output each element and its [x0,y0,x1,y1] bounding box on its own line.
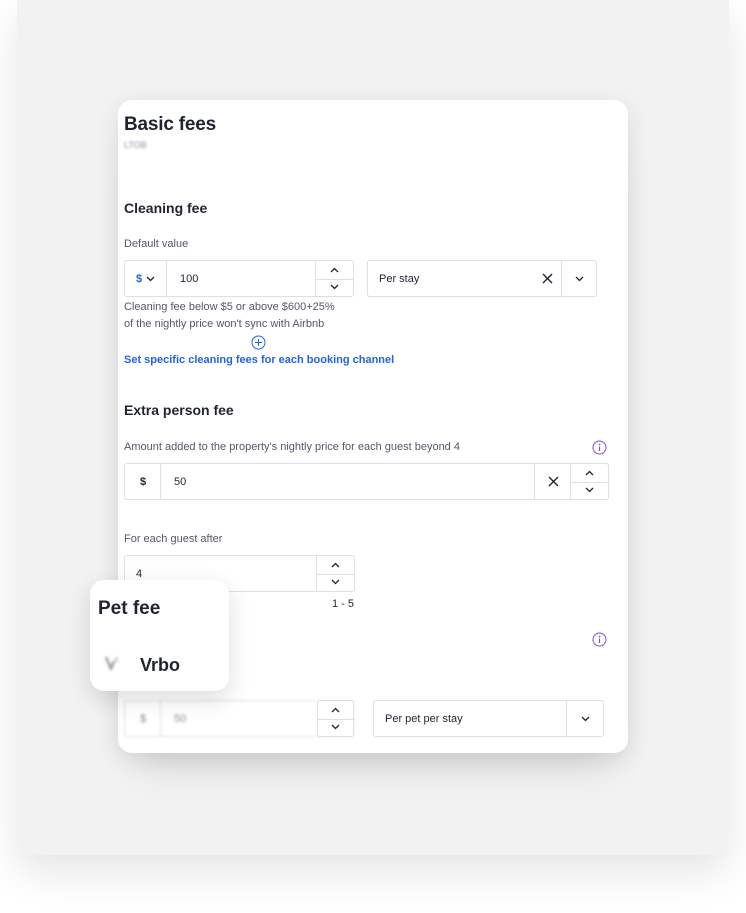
pet-fee-stepper-inner [318,701,353,736]
cleaning-sync-note-line1: Cleaning fee below $5 or above $600+25% [124,301,335,313]
pet-frequency-select[interactable]: Per pet per stay [373,700,604,737]
info-icon [592,632,607,647]
cleaning-fee-heading: Cleaning fee [124,200,208,216]
chevron-down-icon [585,487,594,493]
frequency-value: Per stay [379,273,420,285]
chevron-up-icon [331,562,340,568]
chevron-down-icon [581,716,589,721]
dropdown-toggle[interactable] [567,701,603,736]
cleaning-fee-input-group: $ 100 [124,260,354,297]
close-icon [548,476,558,487]
clear-button[interactable] [535,464,571,499]
guest-threshold-stepper [316,556,354,591]
extra-person-fee-stepper [570,464,608,499]
increment-button[interactable] [318,701,353,719]
decrement-button[interactable] [318,719,353,737]
chevron-down-icon [575,276,584,281]
info-button[interactable] [592,632,607,647]
add-channel-fee-button[interactable] [250,334,266,350]
popup-title: Pet fee [98,598,161,619]
guest-threshold-input[interactable]: 4 [136,568,142,580]
chevron-down-icon [146,276,155,281]
info-button[interactable] [592,440,607,455]
channel-cleaning-fees-link[interactable]: Set specific cleaning fees for each book… [124,354,394,366]
guest-range-hint: 1 - 5 [332,598,355,610]
pet-fee-stepper [317,700,354,737]
currency-symbol: $ [135,272,143,285]
divider [160,701,161,736]
cleaning-fee-input[interactable]: 100 [180,273,198,285]
extra-person-fee-heading: Extra person fee [124,402,234,418]
decrement-button[interactable] [317,574,354,592]
cleaning-fee-stepper [315,261,353,296]
cleaning-default-label: Default value [124,238,189,250]
chevron-up-icon [330,267,339,273]
cleaning-frequency-select[interactable]: Per stay [367,260,597,297]
divider [160,464,161,499]
divider [166,261,167,296]
currency-select[interactable]: $ [125,261,166,296]
increment-button[interactable] [571,464,608,482]
frequency-value: Per pet per stay [385,713,463,725]
popup-channel-name: Vrbo [140,655,181,675]
chevron-up-icon [331,707,340,713]
currency-symbol: $ [140,476,147,488]
vrbo-logo-icon [104,656,122,673]
pet-fee-channel-popup: Pet fee Vrbo [90,580,229,691]
card-title: Basic fees [124,114,217,135]
decrement-button[interactable] [316,279,353,297]
extra-person-description: Amount added to the property's nightly p… [124,441,460,453]
card-subtitle: LTOB [124,140,147,150]
guest-threshold-label: For each guest after [124,533,223,545]
extra-person-fee-input[interactable]: 50 [174,476,186,488]
cleaning-sync-note-line2: of the nightly price won't sync with Air… [124,318,325,330]
clear-button[interactable] [534,261,560,296]
add-circle-icon [251,335,265,349]
currency-symbol: $ [140,713,147,725]
decrement-button[interactable] [571,482,608,500]
info-icon [592,440,607,455]
chevron-down-icon [331,724,340,730]
pet-fee-input[interactable]: 50 [174,713,186,725]
close-icon [542,273,552,284]
dropdown-toggle[interactable] [562,261,597,296]
increment-button[interactable] [316,261,353,279]
chevron-down-icon [331,579,340,585]
increment-button[interactable] [317,556,354,574]
chevron-down-icon [330,284,339,290]
chevron-up-icon [585,470,594,476]
extra-person-fee-input-group: $ 50 [124,463,609,500]
